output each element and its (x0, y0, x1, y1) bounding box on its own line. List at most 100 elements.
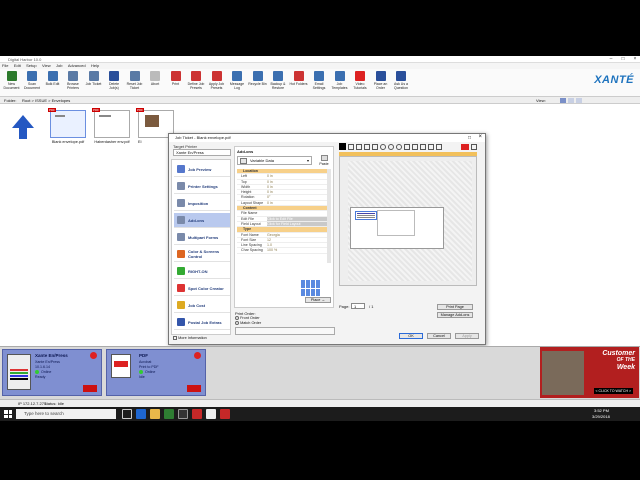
view-detail-icon[interactable] (576, 98, 582, 103)
sidebar-item[interactable]: Color & Screens Control (174, 247, 230, 262)
zoom-in-icon[interactable] (388, 143, 394, 150)
app-icon[interactable] (178, 409, 188, 419)
property-key: Type (243, 227, 252, 232)
toolbar-button[interactable]: Job Ticket (84, 71, 103, 95)
sidebar-item[interactable]: Imposition (174, 196, 230, 211)
align-grid-icon[interactable] (301, 280, 321, 296)
app-icon[interactable] (164, 409, 174, 419)
toolbar-button[interactable]: Video Tutorials (351, 71, 370, 95)
sidebar-item[interactable]: Job Preview (174, 162, 230, 177)
customer-of-week-ad[interactable]: Customer OF THE Week < CLICK TO WATCH > (540, 347, 639, 398)
fit-icon[interactable] (404, 143, 410, 150)
up-folder-icon[interactable] (6, 110, 40, 144)
minimize-icon[interactable]: – (606, 56, 616, 63)
close-icon[interactable]: × (630, 56, 640, 63)
property-grid[interactable]: Location Left 0 in Top 0 in Width 0 in Height 0 … (237, 169, 327, 263)
select-icon[interactable] (356, 143, 362, 150)
toolbar-button[interactable]: Job Templates (330, 71, 349, 95)
pointer-icon[interactable] (348, 143, 354, 150)
toolbar-button[interactable]: Hot Folders (289, 71, 308, 95)
windows-start-icon[interactable] (4, 410, 12, 418)
printer-card[interactable]: Xante En/Press Xante En/Press 10.1.6.14 … (2, 349, 102, 396)
toolbar-button[interactable]: Define Job Presets (187, 71, 206, 95)
property-scrollbar[interactable] (327, 169, 331, 263)
toolbar-button[interactable]: Place an Order (371, 71, 390, 95)
dialog-close-icon[interactable]: × (478, 134, 482, 140)
toolbar-button[interactable]: Recycle Bin (248, 71, 267, 95)
color-swatch-icon[interactable] (339, 143, 346, 150)
variable-data-field[interactable] (355, 211, 377, 220)
view-list-icon[interactable] (568, 98, 574, 103)
task-view-icon[interactable] (122, 409, 132, 419)
ruler-icon[interactable] (420, 143, 426, 150)
printer-alert-icon[interactable] (194, 352, 201, 359)
file-explorer-icon[interactable] (150, 409, 160, 419)
toolbar-button[interactable]: Reset Job Ticket (125, 71, 144, 95)
grid-icon[interactable] (412, 143, 418, 150)
view-thumbs-icon[interactable] (560, 98, 566, 103)
breadcrumb[interactable]: Root > ISSUE > Envelopes (22, 97, 70, 104)
paste-button[interactable]: Paste (317, 155, 331, 167)
clock-time[interactable]: 3:52 PM (594, 408, 609, 413)
folder-label: Folder: (4, 98, 17, 103)
ok-button[interactable]: OK (399, 333, 423, 339)
sidebar-item[interactable]: Add-ons (174, 213, 230, 228)
taskbar-search[interactable]: Type here to search (16, 409, 116, 419)
document-item[interactable]: PDF Blank envelope.pdf (48, 108, 88, 156)
toolbar-button[interactable]: Ask Us a Question (392, 71, 411, 95)
toolbar-button[interactable]: Print (166, 71, 185, 95)
dialog-maximize-icon[interactable]: □ (468, 135, 471, 141)
maximize-icon[interactable]: □ (618, 56, 628, 63)
print-order-front[interactable]: Front Order (235, 316, 260, 320)
print-order-match[interactable]: Match Order (235, 321, 261, 325)
print-order-field[interactable] (235, 327, 335, 335)
text-icon[interactable] (364, 143, 370, 150)
preview-canvas[interactable] (339, 156, 477, 286)
document-item[interactable]: PDF Haberdasher env.pdf (92, 108, 132, 156)
place-button[interactable]: Place → (305, 297, 331, 303)
apply-button[interactable]: Apply (455, 333, 479, 339)
toolbar-button[interactable]: Message Log (228, 71, 247, 95)
rectangle-icon[interactable] (372, 143, 378, 150)
more-information-link[interactable]: More Information (173, 336, 207, 340)
layers-icon[interactable] (436, 143, 442, 150)
app-icon[interactable] (206, 409, 216, 419)
sidebar-item[interactable]: Postal Job Extras (174, 315, 230, 330)
sidebar-item[interactable]: RIGHT-ON (174, 264, 230, 279)
sidebar-item[interactable]: Multipart Forms (174, 230, 230, 245)
printer-alert-icon[interactable] (90, 352, 97, 359)
toolbar-button[interactable]: Abort (146, 71, 165, 95)
toolbar-button[interactable]: Scan Document (23, 71, 42, 95)
toolbar-button[interactable]: Backup & Restore (269, 71, 288, 95)
main-toolbar: New Document Scan Document Bulk Edit Browse… (0, 69, 640, 97)
flag-icon[interactable] (461, 143, 469, 150)
toolbar-button[interactable]: Delete Job(s) (105, 71, 124, 95)
addon-type-select[interactable]: Variable Data ▾ (237, 156, 312, 165)
settings-icon[interactable] (471, 143, 477, 150)
toolbar-button[interactable]: Email Settings (310, 71, 329, 95)
drop-here-icon[interactable] (187, 385, 201, 392)
drop-here-icon[interactable] (83, 385, 97, 392)
toolbar-button[interactable]: Browse Printers (64, 71, 83, 95)
printer-card[interactable]: PDF Acrobat Print to PDF Online Idle (106, 349, 206, 396)
sidebar-item[interactable]: Printer Settings (174, 179, 230, 194)
sidebar-item[interactable]: Job Cost (174, 298, 230, 313)
clock-date[interactable]: 3/29/2018 (592, 414, 610, 419)
manage-addons-button[interactable]: Manage Add-ons (437, 312, 473, 318)
ellipse-icon[interactable] (380, 143, 386, 150)
page-input[interactable]: 1 (351, 303, 365, 309)
toolbar-button[interactable]: Bulk Edit (43, 71, 62, 95)
app-icon[interactable] (220, 409, 230, 419)
print-page-button[interactable]: Print Page (437, 304, 473, 310)
click-to-watch-button[interactable]: < CLICK TO WATCH > (593, 388, 633, 394)
target-printer-select[interactable]: Xante En/Press (173, 149, 231, 156)
property-row[interactable]: Char Spacing 100 % (237, 248, 327, 254)
app-icon[interactable] (192, 409, 202, 419)
crop-icon[interactable] (428, 143, 434, 150)
edge-icon[interactable] (136, 409, 146, 419)
toolbar-button[interactable]: Apply Job Presets (207, 71, 226, 95)
toolbar-button[interactable]: New Document (2, 71, 21, 95)
sidebar-item[interactable]: Spot Color Creator (174, 281, 230, 296)
zoom-out-icon[interactable] (396, 143, 402, 150)
cancel-button[interactable]: Cancel (427, 333, 451, 339)
